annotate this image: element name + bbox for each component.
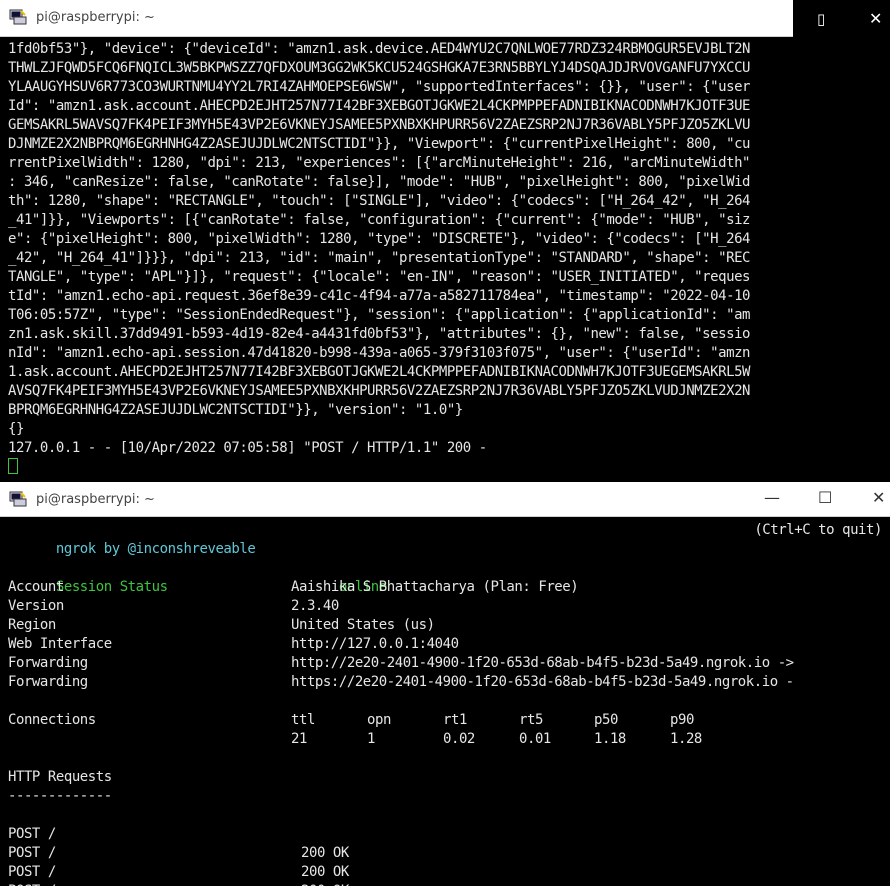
window-2-title: pi@raspberrypi: ~ xyxy=(36,492,155,507)
close-icon[interactable]: ✕ xyxy=(869,9,882,28)
connections-header-cell: opn xyxy=(367,712,391,728)
info-value: https://2e20-2401-4900-1f20-653d-68ab-b4… xyxy=(291,674,794,690)
terminal-line: nId": "amzn1.echo-api.session.47d41820-b… xyxy=(8,345,751,361)
putty-icon xyxy=(9,9,27,25)
window-1-terminal[interactable]: 1fd0bf53"}, "device": {"deviceId": "amzn… xyxy=(0,37,890,482)
connections-label: Connections xyxy=(8,712,96,728)
window-1-titlebar[interactable]: pi@raspberrypi: ~ xyxy=(0,0,793,37)
terminal-line: BPRQM6EGRHNHG4Z2ASEJUJDLWC2NTSCTIDI"}}, … xyxy=(8,402,463,418)
info-value: 2.3.40 xyxy=(291,598,339,614)
restore-icon[interactable]: ▯ xyxy=(817,10,825,28)
connections-value-cell: 1.28 xyxy=(670,731,702,747)
connections-header-cell: rt5 xyxy=(519,712,543,728)
terminal-line: _41"]}}, "Viewports": [{"canRotate": fal… xyxy=(8,212,751,228)
info-label: Web Interface xyxy=(8,636,112,652)
connections-value-cell: 1 xyxy=(367,731,375,747)
terminal-line: zn1.ask.skill.37dd9491-b593-4d19-82e4-a4… xyxy=(8,326,751,342)
http-requests-rule: ------------- xyxy=(8,788,112,804)
terminal-line: th": 1280, "shape": "RECTANGLE", "touch"… xyxy=(8,193,751,209)
connections-value-cell: 0.02 xyxy=(443,731,475,747)
connections-value-cell: 0.01 xyxy=(519,731,551,747)
request-method: POST / xyxy=(8,826,56,842)
info-value: http://127.0.0.1:4040 xyxy=(291,636,459,652)
close-icon[interactable]: ✕ xyxy=(872,488,885,507)
window-2-terminal[interactable]: ngrok by @inconshreveable (Ctrl+C to qui… xyxy=(0,517,890,886)
info-value: United States (us) xyxy=(291,617,435,633)
info-label: Version xyxy=(8,598,64,614)
window-1-controls: ▯ ✕ xyxy=(793,0,890,36)
terminal-line: rrentPixelWidth": 1280, "dpi": 213, "exp… xyxy=(8,155,751,171)
terminal-line: 1.ask.account.AHECPD2EJHT257N77I42BF3XEB… xyxy=(8,364,751,380)
info-value: http://2e20-2401-4900-1f20-653d-68ab-b4f… xyxy=(291,655,794,671)
terminal-line: e": {"pixelHeight": 800, "pixelWidth": 1… xyxy=(8,231,751,247)
window-1-title: pi@raspberrypi: ~ xyxy=(36,10,155,25)
maximize-icon[interactable]: ☐ xyxy=(818,488,832,507)
info-value: Aaishika S Bhattacharya (Plan: Free) xyxy=(291,579,579,595)
terminal-line: YLAAUGYHSUV6R773CO3WURTNMU4YY2L7RI4ZAHMO… xyxy=(8,79,751,95)
connections-value-cell: 1.18 xyxy=(594,731,626,747)
terminal-cursor xyxy=(8,458,18,474)
request-status: 200 OK xyxy=(301,864,349,880)
connections-header-cell: ttl xyxy=(291,712,315,728)
connections-header-cell: rt1 xyxy=(443,712,467,728)
request-status: 200 OK xyxy=(301,882,349,886)
info-label: Region xyxy=(8,617,56,633)
terminal-line: {} xyxy=(8,421,24,437)
terminal-window-2[interactable]: pi@raspberrypi: ~ — ☐ ✕ ngrok by @incons… xyxy=(0,482,890,886)
terminal-output: 1fd0bf53"}, "device": {"deviceId": "amzn… xyxy=(0,37,890,477)
terminal-line: GEMSAKRL5WAVSQ7FK4PEIF3MYH5E43VP2E6VKNEY… xyxy=(8,117,751,133)
info-label: Forwarding xyxy=(8,674,88,690)
request-method: POST / xyxy=(8,845,56,861)
terminal-line: THWLZJFQWD5FCQ6FNQICL3W5BKPWSZZ7QFDXOUM3… xyxy=(8,60,751,76)
terminal-line: AVSQ7FK4PEIF3MYH5E43VP2E6VKNEYJSAMEE5PXN… xyxy=(8,383,751,399)
info-label: Forwarding xyxy=(8,655,88,671)
terminal-window-1[interactable]: pi@raspberrypi: ~ ▯ ✕ 1fd0bf53"}, "devic… xyxy=(0,0,890,482)
terminal-line: Id": "amzn1.ask.account.AHECPD2EJHT257N7… xyxy=(8,98,751,114)
terminal-line: T06:05:57Z", "type": "SessionEndedReques… xyxy=(8,307,751,323)
terminal-line: 1fd0bf53"}, "device": {"deviceId": "amzn… xyxy=(8,41,751,57)
minimize-icon[interactable]: — xyxy=(764,488,780,507)
connections-value-cell: 21 xyxy=(291,731,307,747)
info-label: Account xyxy=(8,579,64,595)
terminal-line: _42", "H_264_41"]}}}, "dpi": 213, "id": … xyxy=(8,250,751,266)
connections-header-cell: p50 xyxy=(594,712,618,728)
session-status-label: Session Status xyxy=(55,579,168,595)
window-2-titlebar[interactable]: pi@raspberrypi: ~ — ☐ ✕ xyxy=(0,482,890,517)
http-requests-label: HTTP Requests xyxy=(8,769,112,785)
request-method: POST / xyxy=(8,882,56,886)
connections-header-cell: p90 xyxy=(670,712,694,728)
terminal-line: DJNMZE2X2NBPRQM6EGRHNHG4Z2ASEJUJDLWC2NTS… xyxy=(8,136,751,152)
putty-icon xyxy=(9,491,27,507)
terminal-line: : 346, "canResize": false, "canRotate": … xyxy=(8,174,751,190)
request-status: 200 OK xyxy=(301,845,349,861)
terminal-line: TANGLE", "type": "APL"}]}, "request": {"… xyxy=(8,269,751,285)
ngrok-banner: ngrok by @inconshreveable xyxy=(55,541,256,557)
terminal-line: tId": "amzn1.echo-api.request.36ef8e39-c… xyxy=(8,288,751,304)
quit-hint: (Ctrl+C to quit) xyxy=(754,522,882,538)
request-method: POST / xyxy=(8,864,56,880)
terminal-line: 127.0.0.1 - - [10/Apr/2022 07:05:58] "PO… xyxy=(8,440,487,456)
